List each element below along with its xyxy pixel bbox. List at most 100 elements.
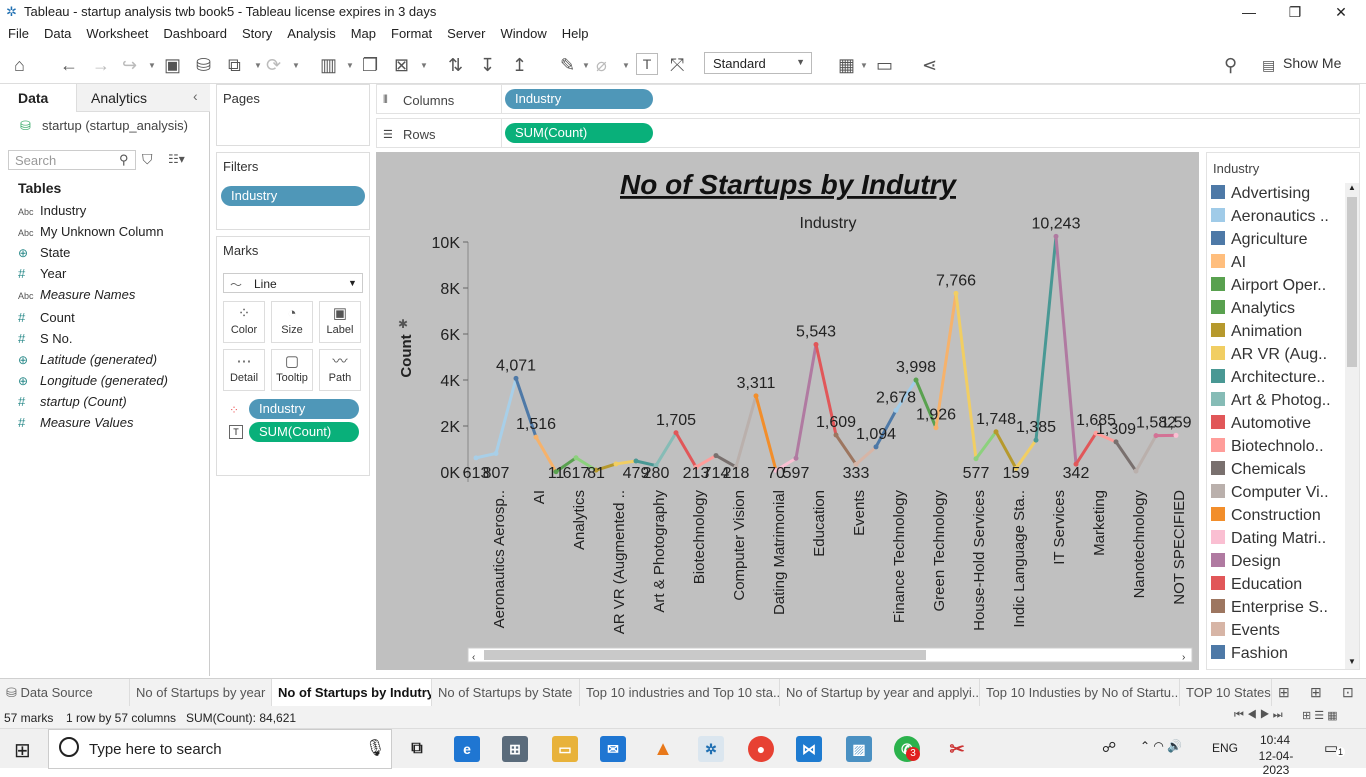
swap-rows-columns-icon[interactable]: ⇅ (448, 55, 463, 75)
legend-item[interactable]: Education (1211, 574, 1337, 596)
group-members-icon[interactable]: ⌀ (596, 55, 607, 75)
store-icon[interactable]: ⊞ (502, 736, 528, 762)
new-worksheet-dropdown-icon[interactable]: ▼ (346, 61, 354, 70)
new-worksheet-icon[interactable]: ▥ (320, 55, 337, 75)
system-tray-icons[interactable]: ⌃ ◠ 🔊 (1140, 739, 1182, 753)
data-point[interactable] (834, 432, 839, 437)
legend-scrollbar[interactable]: ▲ ▼ (1345, 183, 1359, 669)
sort-descending-icon[interactable]: ↥ (512, 55, 527, 75)
menu-map[interactable]: Map (343, 24, 383, 41)
legend-item[interactable]: Construction (1211, 505, 1337, 527)
sheet-tab[interactable]: No of Startups by year (130, 679, 272, 707)
data-point[interactable] (674, 430, 679, 435)
vlc-icon[interactable]: ▲ (650, 736, 676, 762)
microphone-icon[interactable]: 🎙 (365, 738, 385, 758)
legend-item[interactable]: Animation (1211, 321, 1337, 343)
restore-button[interactable]: ❐ (1272, 2, 1318, 22)
legend-item[interactable]: Chemicals (1211, 459, 1337, 481)
data-point[interactable] (714, 453, 719, 458)
tableau-taskbar-icon[interactable]: ✲ (698, 736, 724, 762)
marks-pill-industry[interactable]: Industry (249, 399, 359, 419)
sheet-tab[interactable]: No of Startups by Indutry (272, 679, 432, 707)
field-measure-names[interactable]: AbcMeasure Names (18, 285, 135, 305)
new-datasource-icon[interactable]: ⛁ (196, 55, 211, 75)
legend-item[interactable]: Events (1211, 620, 1337, 642)
sheet-tab[interactable]: Top 10 industries and Top 10 sta... (580, 679, 780, 707)
highlight-icon[interactable]: ✎ (560, 55, 575, 75)
menu-worksheet[interactable]: Worksheet (78, 24, 155, 41)
chrome-icon[interactable]: ● (748, 736, 774, 762)
data-point[interactable] (474, 455, 479, 460)
filter-icon[interactable]: ⛉ (142, 151, 153, 168)
save-icon[interactable]: ▣ (164, 55, 181, 75)
refresh-dropdown-icon[interactable]: ▼ (292, 61, 300, 70)
show-mark-labels-icon[interactable]: T (636, 53, 658, 75)
new-worksheet-tab-icon[interactable]: ⊞ (1278, 684, 1290, 701)
clear-dropdown-icon[interactable]: ▼ (420, 61, 428, 70)
new-dashboard-tab-icon[interactable]: ⊞ (1310, 684, 1322, 701)
redo-icon[interactable]: → (92, 55, 110, 75)
tab-data[interactable]: Data (0, 84, 76, 112)
mark-type-select[interactable]: 〜 Line ▼ (223, 273, 363, 293)
pin-icon[interactable]: ✱ (398, 317, 408, 331)
fit-select[interactable]: Standard ▼ (704, 52, 812, 74)
tab-analytics[interactable]: Analytics ‹ (76, 84, 210, 112)
data-point[interactable] (914, 378, 919, 383)
scroll-down-icon[interactable]: ▼ (1348, 657, 1356, 666)
show-cards-dropdown-icon[interactable]: ▼ (860, 61, 868, 70)
marks-pill-sum-count[interactable]: SUM(Count) (249, 422, 359, 442)
data-point[interactable] (574, 455, 579, 460)
field-longitude-generated[interactable]: ⊕Longitude (generated) (18, 371, 168, 391)
legend-item[interactable]: Design (1211, 551, 1337, 573)
refresh-icon[interactable]: ⟳ (266, 55, 281, 75)
columns-pill-industry[interactable]: Industry (505, 89, 653, 109)
pause-dropdown-icon[interactable]: ▼ (254, 61, 262, 70)
legend-item[interactable]: Computer Vi.. (1211, 482, 1337, 504)
data-point[interactable] (934, 425, 939, 430)
task-view-icon[interactable]: ⧉ (404, 736, 430, 762)
legend-item[interactable]: Automotive (1211, 413, 1337, 435)
windows-start-icon[interactable]: ⊞ (14, 738, 31, 763)
data-point[interactable] (794, 456, 799, 461)
menu-server[interactable]: Server (439, 24, 492, 41)
legend-item[interactable]: Analytics (1211, 298, 1337, 320)
legend-item[interactable]: Airport Oper.. (1211, 275, 1337, 297)
menu-help[interactable]: Help (554, 24, 596, 41)
taskbar-search-box[interactable]: Type here to search 🎙 (48, 729, 392, 769)
share-icon[interactable]: ⋖ (922, 55, 937, 75)
filters-card[interactable]: Filters Industry (216, 152, 370, 230)
data-point[interactable] (754, 393, 759, 398)
search-field[interactable]: Search ⚲ (8, 150, 136, 170)
legend-item[interactable]: Enterprise S.. (1211, 597, 1337, 619)
scroll-up-icon[interactable]: ▲ (1348, 183, 1356, 192)
minimize-button[interactable]: — (1226, 2, 1272, 22)
mail-icon[interactable]: ✉ (600, 736, 626, 762)
data-point[interactable] (1054, 234, 1059, 239)
rows-shelf[interactable]: ☰ Rows SUM(Count) (376, 118, 1360, 148)
color-mark-button[interactable]: ⁘Color (223, 301, 265, 343)
tab-data-source[interactable]: ⛁ Data Source (0, 679, 130, 707)
close-button[interactable]: ✕ (1318, 2, 1364, 22)
field-count[interactable]: #Count (18, 308, 75, 328)
data-point[interactable] (874, 444, 879, 449)
data-point[interactable] (514, 376, 519, 381)
legend-item[interactable]: Advertising (1211, 183, 1337, 205)
path-mark-button[interactable]: 〰Path (319, 349, 361, 391)
legend-item[interactable]: Art & Photog.. (1211, 390, 1337, 412)
menu-file[interactable]: File (0, 24, 36, 41)
legend-item[interactable]: AR VR (Aug.. (1211, 344, 1337, 366)
sheet-tab[interactable]: Top 10 Industies by No of Startu... (980, 679, 1180, 707)
field-year[interactable]: #Year (18, 264, 66, 284)
viz-canvas[interactable]: No of Startups by IndutryIndustryCount✱0… (376, 152, 1199, 670)
replay-icon[interactable]: ↪ (122, 55, 137, 75)
show-me-button[interactable]: Show Me (1283, 55, 1341, 71)
menu-window[interactable]: Window (492, 24, 553, 41)
scroll-left-icon[interactable]: ‹ (472, 652, 475, 663)
view-mode-icons[interactable]: ⊞ ☰ ▦ (1302, 709, 1338, 722)
menu-story[interactable]: Story (234, 24, 279, 41)
legend-scroll-thumb[interactable] (1347, 197, 1357, 367)
menu-analysis[interactable]: Analysis (279, 24, 342, 41)
size-mark-button[interactable]: ◔Size (271, 301, 313, 343)
sheet-tab[interactable]: No of Startup by year and applyi... (780, 679, 980, 707)
field-measure-values[interactable]: #Measure Values (18, 413, 133, 433)
